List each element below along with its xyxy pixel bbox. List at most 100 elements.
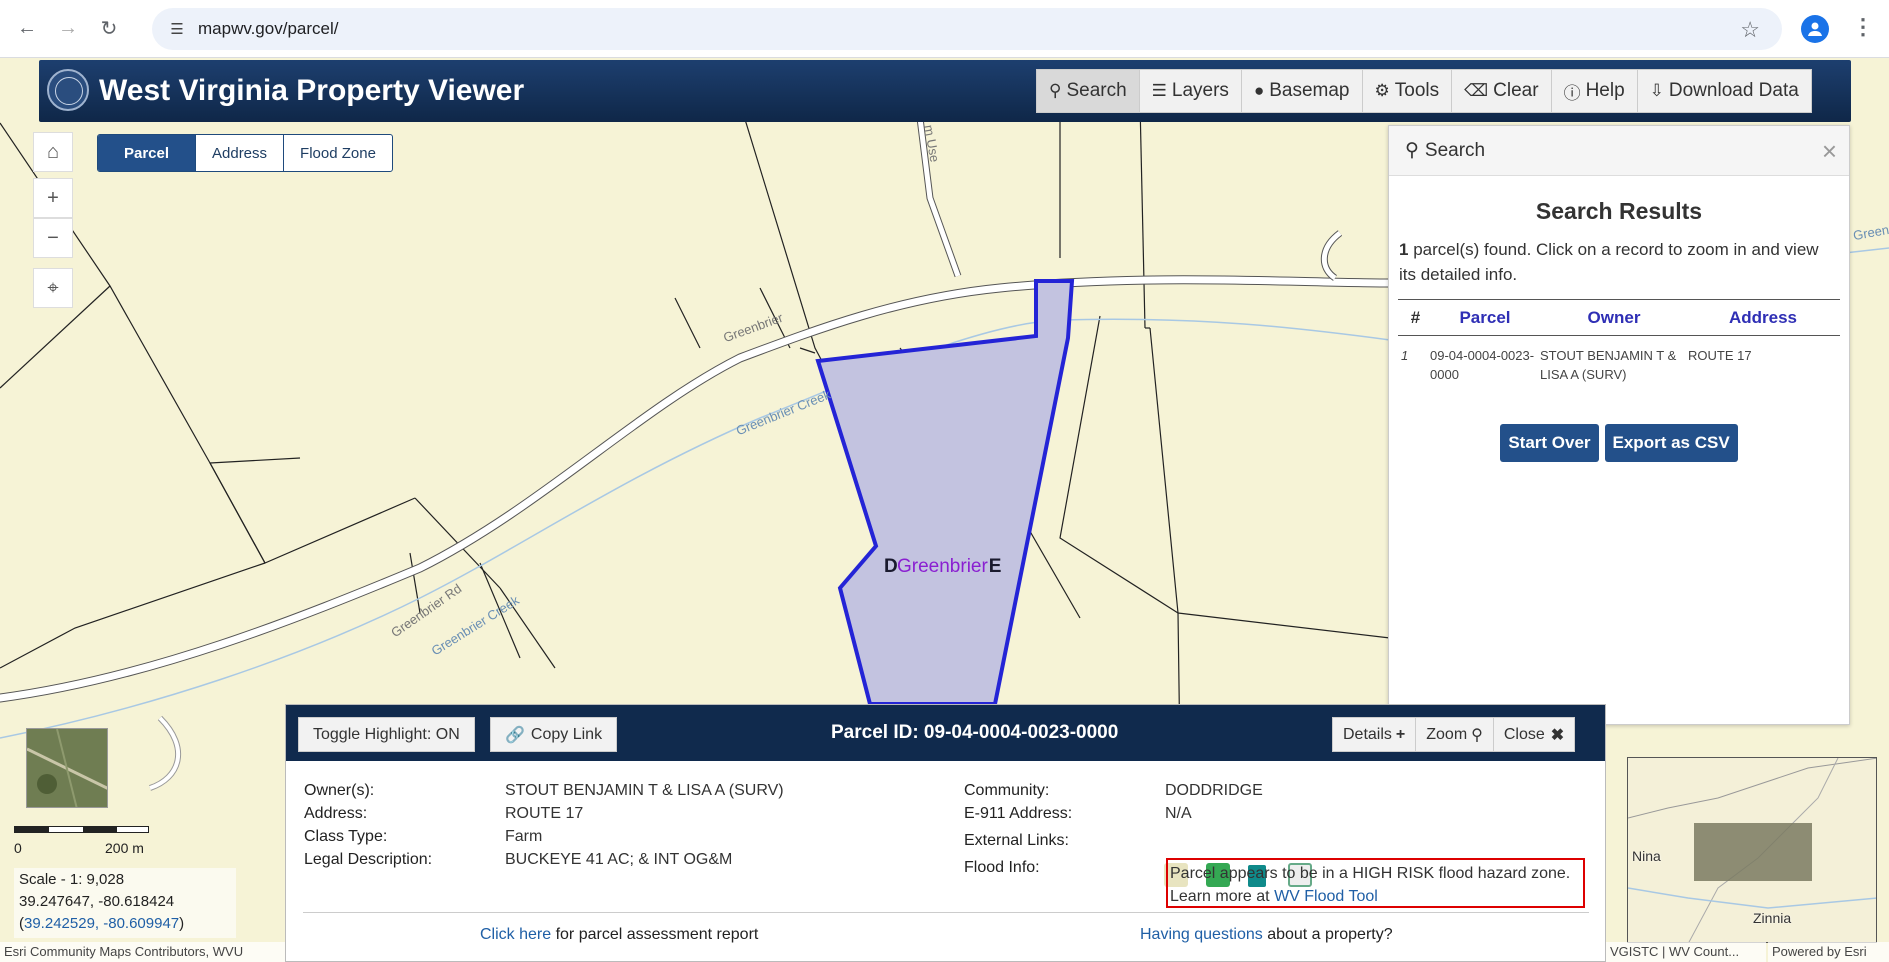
- center-coords: (39.242529, -80.609947): [19, 915, 185, 932]
- reload-icon[interactable]: ↻: [95, 15, 123, 43]
- tools-button[interactable]: ⚙ Tools: [1363, 70, 1453, 112]
- app-title: West Virginia Property Viewer: [99, 74, 525, 107]
- link-icon: 🔗: [505, 726, 525, 744]
- info-panel-header: Toggle Highlight: ON 🔗 Copy Link Parcel I…: [286, 705, 1605, 761]
- class-type-label: Class Type:: [304, 828, 388, 845]
- overview-map[interactable]: Nina Zinnia: [1627, 757, 1877, 943]
- wv-flood-tool-link[interactable]: WV Flood Tool: [1274, 888, 1378, 905]
- address-value: ROUTE 17: [505, 805, 584, 822]
- powered-by-esri[interactable]: Powered by Esri: [1768, 942, 1889, 962]
- info-divider: [303, 912, 1589, 913]
- col-parcel[interactable]: Parcel: [1430, 308, 1540, 328]
- eraser-icon: ⌫: [1464, 81, 1489, 100]
- export-csv-button[interactable]: Export as CSV: [1604, 424, 1738, 462]
- zoom-out-button[interactable]: −: [33, 218, 73, 258]
- search-icon: ⚲: [1049, 81, 1062, 100]
- map-scale-text: Scale - 1: 9,028: [19, 871, 125, 888]
- overview-label-zinnia: Zinnia: [1753, 910, 1792, 926]
- owner-value: STOUT BENJAMIN T & LISA A (SURV): [505, 782, 784, 799]
- download-icon: ⇩: [1649, 81, 1664, 100]
- community-label: Community:: [964, 782, 1050, 799]
- start-over-button[interactable]: Start Over: [1500, 424, 1599, 462]
- search-mode-tabs: Parcel Address Flood Zone: [97, 134, 393, 172]
- profile-avatar[interactable]: [1801, 15, 1829, 43]
- help-icon: ⓘ: [1563, 83, 1581, 103]
- list-icon: ☰: [1151, 81, 1167, 100]
- clear-button[interactable]: ⌫ Clear: [1452, 70, 1552, 112]
- main-toolbar: ⚲ Search ☰ Layers ● Basemap ⚙ Tools ⌫ Clear ⓘ…: [1036, 69, 1812, 113]
- person-icon: [1808, 22, 1822, 36]
- basemap-thumbnail[interactable]: [26, 728, 108, 808]
- highlighted-parcel: [815, 279, 1075, 706]
- scale-distance-label: 200 m: [105, 840, 144, 856]
- flood-warning-box: Parcel appears to be in a HIGH RISK floo…: [1166, 858, 1585, 908]
- imagery-thumbnail-icon: [27, 729, 107, 807]
- zoom-icon: ⚲: [1471, 726, 1483, 744]
- zoom-button[interactable]: Zoom ⚲: [1416, 718, 1494, 751]
- forward-icon[interactable]: →: [54, 15, 82, 43]
- results-table-header: # Parcel Owner Address: [1398, 300, 1840, 336]
- bookmark-star-icon[interactable]: ☆: [1740, 17, 1760, 43]
- back-icon[interactable]: ←: [13, 15, 41, 43]
- scale-zero-label: 0: [14, 840, 22, 856]
- copy-link-button[interactable]: 🔗 Copy Link: [490, 717, 618, 752]
- assessment-report-link[interactable]: Click here: [480, 926, 551, 943]
- help-button[interactable]: ⓘ Help: [1552, 70, 1638, 112]
- close-panel-icon[interactable]: ×: [1822, 136, 1837, 167]
- tab-parcel[interactable]: Parcel: [98, 135, 196, 171]
- address-label: Address:: [304, 805, 368, 822]
- parcel-id-title: Parcel ID: 09-04-0004-0023-0000: [831, 722, 1119, 743]
- table-row[interactable]: 1 09-04-0004-0023-0000 STOUT BENJAMIN T …: [1398, 336, 1840, 384]
- e911-value: N/A: [1165, 805, 1192, 822]
- browser-menu-icon[interactable]: ⋮: [1852, 14, 1874, 40]
- site-info-icon[interactable]: ☰: [166, 20, 188, 38]
- scale-bar: [14, 826, 149, 833]
- home-icon: ⌂: [46, 140, 60, 163]
- results-message: 1 parcel(s) found. Click on a record to …: [1399, 240, 1819, 284]
- col-num: #: [1410, 307, 1421, 327]
- crosshair-icon: ⌖: [47, 276, 59, 299]
- search-button[interactable]: ⚲ Search: [1037, 70, 1140, 112]
- toggle-highlight-button[interactable]: Toggle Highlight: ON: [298, 717, 475, 752]
- zoom-in-button[interactable]: +: [33, 178, 73, 218]
- attribution-left: Esri Community Maps Contributors, WVU: [0, 942, 285, 962]
- legal-description-label: Legal Description:: [304, 851, 433, 868]
- search-panel-header: ⚲ Search: [1389, 126, 1849, 176]
- class-type-value: Farm: [505, 828, 543, 845]
- close-icon: ✖: [1550, 726, 1565, 744]
- basemap-button[interactable]: ● Basemap: [1242, 70, 1363, 112]
- search-panel: ⚲ Search × Search Results 1 parcel(s) fo…: [1388, 125, 1850, 725]
- overview-extent[interactable]: [1694, 823, 1812, 881]
- browser-toolbar: ← → ↻ ☰ mapwv.gov/parcel/ ☆ ⋮: [0, 0, 1889, 58]
- address-bar[interactable]: ☰ mapwv.gov/parcel/ ☆: [152, 8, 1782, 50]
- overview-label-nina: Nina: [1632, 848, 1661, 864]
- layers-button[interactable]: ☰ Layers: [1140, 70, 1242, 112]
- state-seal-icon: [47, 69, 89, 111]
- attribution-right: VGISTC | WV Count...: [1606, 942, 1766, 962]
- plus-icon: +: [1395, 725, 1406, 743]
- legal-description-value: BUCKEYE 41 AC; & INT OG&M: [505, 851, 733, 868]
- col-address[interactable]: Address: [1688, 308, 1838, 328]
- tab-flood-zone[interactable]: Flood Zone: [284, 135, 392, 171]
- details-button[interactable]: Details +: [1333, 718, 1417, 751]
- property-questions-text: Having questions about a property?: [1140, 926, 1393, 943]
- close-button[interactable]: Close ✖: [1494, 718, 1574, 751]
- parcel-info-panel: Toggle Highlight: ON 🔗 Copy Link Parcel I…: [285, 704, 1606, 962]
- creek-label: Greenbrier: [897, 556, 988, 577]
- cursor-coords: 39.247647, -80.618424: [19, 893, 175, 910]
- url-text: mapwv.gov/parcel/: [198, 19, 339, 38]
- tab-address[interactable]: Address: [196, 135, 285, 171]
- locate-button[interactable]: ⌖: [33, 268, 73, 308]
- external-links-label: External Links:: [964, 832, 1069, 849]
- e911-label: E-911 Address:: [964, 805, 1073, 822]
- search-results-title: Search Results: [1535, 198, 1703, 224]
- col-owner[interactable]: Owner: [1540, 308, 1688, 328]
- having-questions-link[interactable]: Having questions: [1140, 926, 1263, 943]
- home-button[interactable]: ⌂: [33, 132, 73, 172]
- flood-info-label: Flood Info:: [964, 859, 1040, 876]
- download-data-button[interactable]: ⇩ Download Data: [1638, 70, 1811, 112]
- search-icon: ⚲: [1405, 140, 1419, 161]
- plus-icon: +: [47, 186, 59, 209]
- minus-icon: −: [47, 226, 59, 249]
- results-table: # Parcel Owner Address 1 09-04-0004-0023…: [1398, 299, 1840, 384]
